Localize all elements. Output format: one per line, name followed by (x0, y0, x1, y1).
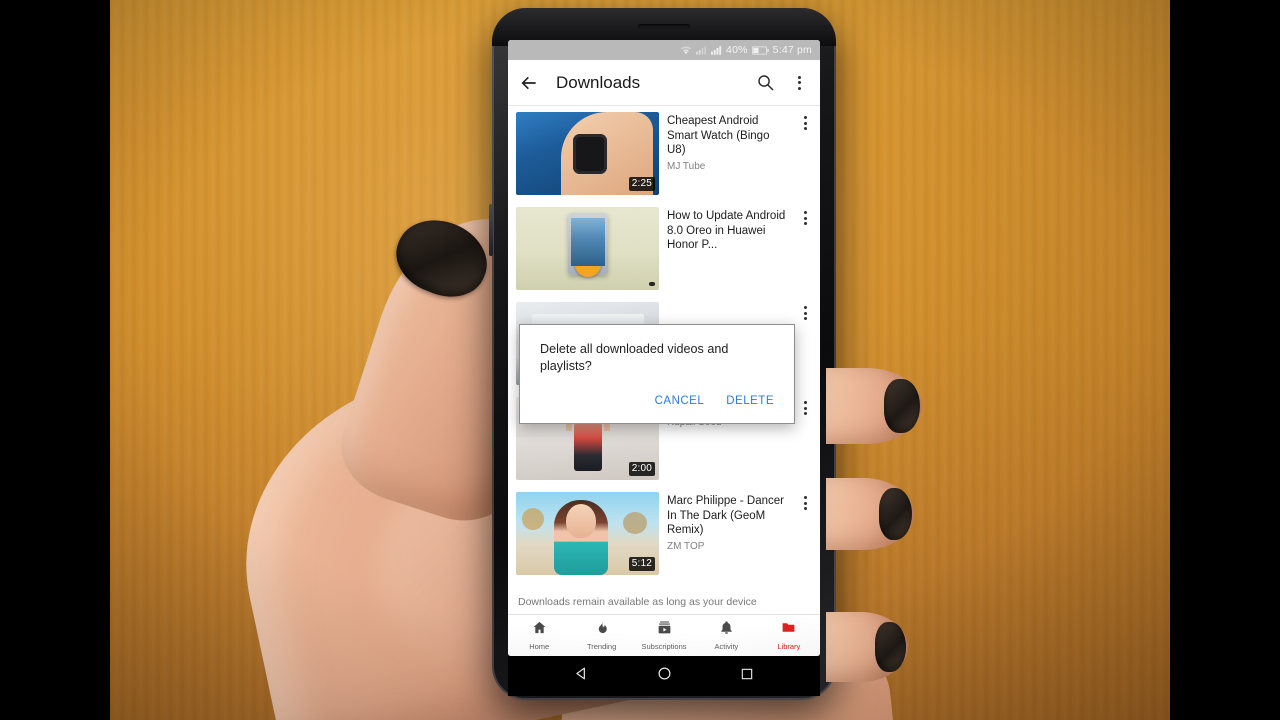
downloads-footer-note: Downloads remain available as long as yo… (508, 592, 820, 614)
page-title: Downloads (556, 72, 641, 92)
battery-percent-label: 40% (726, 44, 748, 56)
home-icon (532, 620, 547, 640)
dialog-scrim[interactable]: Delete all downloaded videos and playlis… (508, 106, 820, 592)
app-bar: Downloads (508, 60, 820, 106)
subscriptions-icon (657, 620, 672, 640)
nav-home-circle-icon[interactable] (656, 665, 673, 687)
cancel-button[interactable]: CANCEL (653, 393, 707, 409)
hand-finger-2 (826, 478, 914, 550)
clock-label: 5:47 pm (772, 44, 812, 56)
letterbox-right (1170, 0, 1280, 720)
nav-item-home[interactable]: Home (508, 620, 570, 651)
status-bar: 40% 5:47 pm (508, 40, 820, 60)
nav-item-trending[interactable]: Trending (570, 620, 632, 651)
back-arrow-icon[interactable] (518, 72, 540, 94)
hand-finger-3 (826, 612, 908, 682)
dialog-message: Delete all downloaded videos and playlis… (540, 342, 729, 373)
dialog-actions: CANCEL DELETE (540, 393, 776, 415)
search-icon[interactable] (754, 72, 776, 94)
folder-icon (781, 620, 796, 640)
phone-device: 40% 5:47 pm Downloads 2:25 Cheapest Andr… (489, 8, 836, 700)
bell-icon (719, 620, 734, 640)
nav-recents-square-icon[interactable] (739, 666, 755, 687)
letterbox-left (0, 0, 110, 720)
nav-label: Subscriptions (641, 642, 687, 651)
nav-item-library[interactable]: Library (758, 620, 820, 651)
hand-finger-1 (826, 368, 922, 444)
bottom-navigation-bar: Home Trending Subscriptions Activity Lib… (508, 614, 820, 656)
nav-item-subscriptions[interactable]: Subscriptions (633, 620, 695, 651)
earpiece-speaker (638, 24, 690, 29)
nav-label: Library (777, 642, 801, 651)
nav-label: Trending (586, 642, 617, 651)
delete-button[interactable]: DELETE (724, 393, 776, 409)
wifi-icon (680, 45, 692, 55)
delete-confirmation-dialog: Delete all downloaded videos and playlis… (519, 324, 795, 424)
downloads-list[interactable]: 2:25 Cheapest Android Smart Watch (Bingo… (508, 106, 820, 592)
nav-item-activity[interactable]: Activity (695, 620, 757, 651)
power-button[interactable] (489, 204, 493, 256)
battery-icon (751, 46, 769, 55)
system-navigation-bar (508, 656, 820, 696)
nav-back-triangle-icon[interactable] (573, 665, 590, 687)
signal-icon-2 (711, 45, 722, 55)
nav-label: Home (529, 642, 550, 651)
nav-label: Activity (714, 642, 739, 651)
signal-icon-1 (696, 45, 707, 55)
phone-screen: 40% 5:47 pm Downloads 2:25 Cheapest Andr… (508, 40, 820, 656)
flame-icon (594, 620, 609, 640)
screenshot-stage: 40% 5:47 pm Downloads 2:25 Cheapest Andr… (0, 0, 1280, 720)
kebab-menu-icon[interactable] (788, 72, 810, 94)
